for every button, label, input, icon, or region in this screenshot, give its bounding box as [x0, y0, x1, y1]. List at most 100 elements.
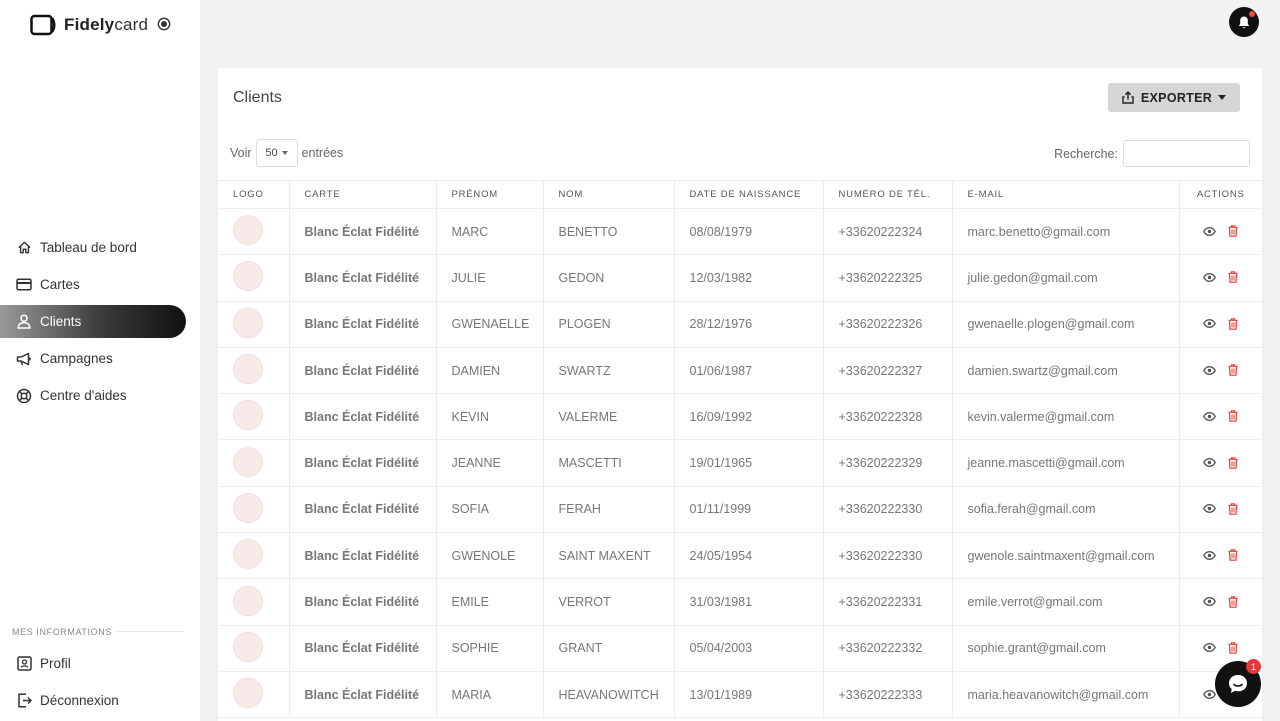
section-label-mes-informations: MES INFORMATIONS — [12, 627, 112, 637]
table-row[interactable]: Blanc Éclat Fidélité EMILE VERROT 31/03/198… — [218, 578, 1262, 626]
brand-name-light: card — [114, 15, 149, 34]
table-row[interactable]: Blanc Éclat Fidélité GWENAELLE PLOGEN 28/12… — [218, 301, 1262, 348]
delete-trash-icon[interactable] — [1228, 456, 1238, 469]
cell-carte: Blanc Éclat Fidélité — [289, 578, 437, 626]
nav-label: Profil — [40, 656, 71, 671]
delete-trash-icon[interactable] — [1228, 410, 1238, 423]
column-header-email[interactable]: E-MAIL — [952, 180, 1180, 209]
export-button[interactable]: EXPORTER — [1108, 83, 1240, 112]
nav-label: Clients — [40, 314, 82, 329]
cell-actions — [1179, 301, 1262, 348]
view-eye-icon[interactable] — [1203, 458, 1217, 468]
cell-nom: GRANT — [543, 625, 675, 672]
delete-trash-icon[interactable] — [1228, 364, 1238, 376]
cell-nom: PLOGEN — [543, 301, 675, 348]
delete-trash-icon[interactable] — [1228, 225, 1238, 237]
nav-item-cartes[interactable]: Cartes — [0, 268, 186, 301]
column-header-date-naissance[interactable]: DATE DE NAISSANCE — [674, 180, 824, 209]
cell-email: maria.heavanowitch@gmail.com — [952, 671, 1180, 719]
table-search: Recherche: — [1054, 140, 1250, 167]
cell-logo — [218, 486, 290, 534]
cell-telephone: +33620222326 — [823, 301, 953, 348]
table-row[interactable]: Blanc Éclat Fidélité SOFIA FERAH 01/11/1999… — [218, 486, 1262, 534]
table-row[interactable]: Blanc Éclat Fidélité MARC BENETTO 08/08/197… — [218, 208, 1262, 256]
card-logo-thumbnail — [233, 307, 263, 338]
view-eye-icon[interactable] — [1203, 365, 1217, 375]
nav-item-profil[interactable]: Profil — [0, 647, 186, 680]
cell-logo — [218, 671, 290, 719]
cell-nom: VERROT — [543, 578, 675, 626]
delete-trash-icon[interactable] — [1228, 595, 1238, 608]
delete-trash-icon[interactable] — [1228, 642, 1238, 654]
table-row[interactable]: Blanc Éclat Fidélité GWENOLE SAINT MAXENT 2… — [218, 532, 1262, 580]
table-row[interactable]: Blanc Éclat Fidélité MARIA HEAVANOWITCH 13/… — [218, 671, 1262, 719]
fidelycard-logo-icon — [30, 14, 58, 36]
table-row[interactable]: Blanc Éclat Fidélité JEANNE MASCETTI 19/01/… — [218, 439, 1262, 487]
view-eye-icon[interactable] — [1203, 226, 1217, 236]
cell-prenom: SOFIA — [436, 486, 544, 534]
export-label: EXPORTER — [1140, 90, 1213, 105]
cell-email: damien.swartz@gmail.com — [952, 347, 1180, 395]
view-eye-icon[interactable] — [1203, 319, 1217, 329]
card-logo-thumbnail — [233, 215, 263, 246]
search-input[interactable] — [1123, 140, 1250, 167]
view-eye-icon[interactable] — [1203, 411, 1217, 421]
cell-date-naissance: 31/03/1981 — [674, 578, 824, 626]
cell-carte: Blanc Éclat Fidélité — [289, 625, 437, 672]
chevron-down-icon — [1218, 95, 1227, 100]
nav-item-deconnexion[interactable]: Déconnexion — [0, 684, 186, 717]
cell-logo — [218, 578, 290, 626]
sidebar-toggle-icon[interactable] — [157, 17, 171, 31]
view-eye-icon[interactable] — [1203, 597, 1217, 606]
cell-logo — [218, 301, 290, 348]
chat-unread-badge: 1 — [1246, 659, 1261, 674]
view-eye-icon[interactable] — [1203, 643, 1217, 653]
card-logo-thumbnail — [233, 492, 263, 523]
nav-item-tableau-de-bord[interactable]: Tableau de bord — [0, 231, 186, 264]
delete-trash-icon[interactable] — [1228, 271, 1238, 284]
column-header-logo[interactable]: LOGO — [218, 180, 290, 209]
column-header-telephone[interactable]: NUMÉRO DE TÉL. — [823, 180, 953, 209]
cell-actions — [1179, 578, 1262, 626]
cell-logo — [218, 439, 290, 487]
search-label: Recherche: — [1054, 146, 1118, 161]
table-header-row: LOGO CARTE PRÉNOM NOM DATE DE NAISSANCE … — [218, 180, 1262, 209]
view-eye-icon[interactable] — [1203, 504, 1217, 514]
cell-carte: Blanc Éclat Fidélité — [289, 486, 437, 534]
column-header-prenom[interactable]: PRÉNOM — [436, 180, 544, 209]
cell-nom: BENETTO — [543, 208, 675, 256]
cell-telephone: +33620222324 — [823, 208, 953, 256]
view-eye-icon[interactable] — [1203, 550, 1217, 560]
cell-carte: Blanc Éclat Fidélité — [289, 393, 437, 441]
cell-telephone: +33620222331 — [823, 578, 953, 626]
home-icon — [16, 240, 32, 256]
brand-logo[interactable]: Fidelycard — [30, 14, 148, 36]
table-row[interactable]: Blanc Éclat Fidélité DAMIEN SWARTZ 01/06/19… — [218, 347, 1262, 395]
notifications-bell-icon[interactable] — [1229, 7, 1259, 37]
cell-email: julie.gedon@gmail.com — [952, 254, 1180, 302]
entries-per-page-select[interactable]: 50 — [255, 139, 298, 167]
delete-trash-icon[interactable] — [1228, 317, 1238, 330]
sidebar: Fidelycard Tableau de bord Cartes Client… — [0, 0, 200, 721]
table-row[interactable]: Blanc Éclat Fidélité SOPHIE GRANT 05/04/200… — [218, 625, 1262, 672]
cell-prenom: MARC — [436, 208, 544, 256]
view-eye-icon[interactable] — [1203, 689, 1217, 699]
cell-email: emile.verrot@gmail.com — [952, 578, 1180, 626]
nav-item-campagnes[interactable]: Campagnes — [0, 342, 186, 375]
cell-prenom: SOPHIE — [436, 625, 544, 672]
cell-actions — [1179, 393, 1262, 441]
page-title: Clients — [233, 89, 282, 106]
table-row[interactable]: Blanc Éclat Fidélité JULIE GEDON 12/03/1982… — [218, 254, 1262, 302]
cell-date-naissance: 19/01/1965 — [674, 439, 824, 487]
brand-name-bold: Fidely — [64, 15, 115, 34]
column-header-nom[interactable]: NOM — [543, 180, 675, 209]
clients-table: LOGO CARTE PRÉNOM NOM DATE DE NAISSANCE … — [218, 180, 1262, 719]
delete-trash-icon[interactable] — [1228, 549, 1238, 562]
nav-item-clients[interactable]: Clients — [0, 305, 186, 338]
delete-trash-icon[interactable] — [1228, 503, 1238, 515]
table-row[interactable]: Blanc Éclat Fidélité KEVIN VALERME 16/09/19… — [218, 393, 1262, 441]
view-eye-icon[interactable] — [1203, 272, 1217, 282]
nav-item-centre-d-aides[interactable]: Centre d'aides — [0, 379, 186, 412]
column-header-carte[interactable]: CARTE — [289, 180, 437, 209]
cell-nom: FERAH — [543, 486, 675, 534]
